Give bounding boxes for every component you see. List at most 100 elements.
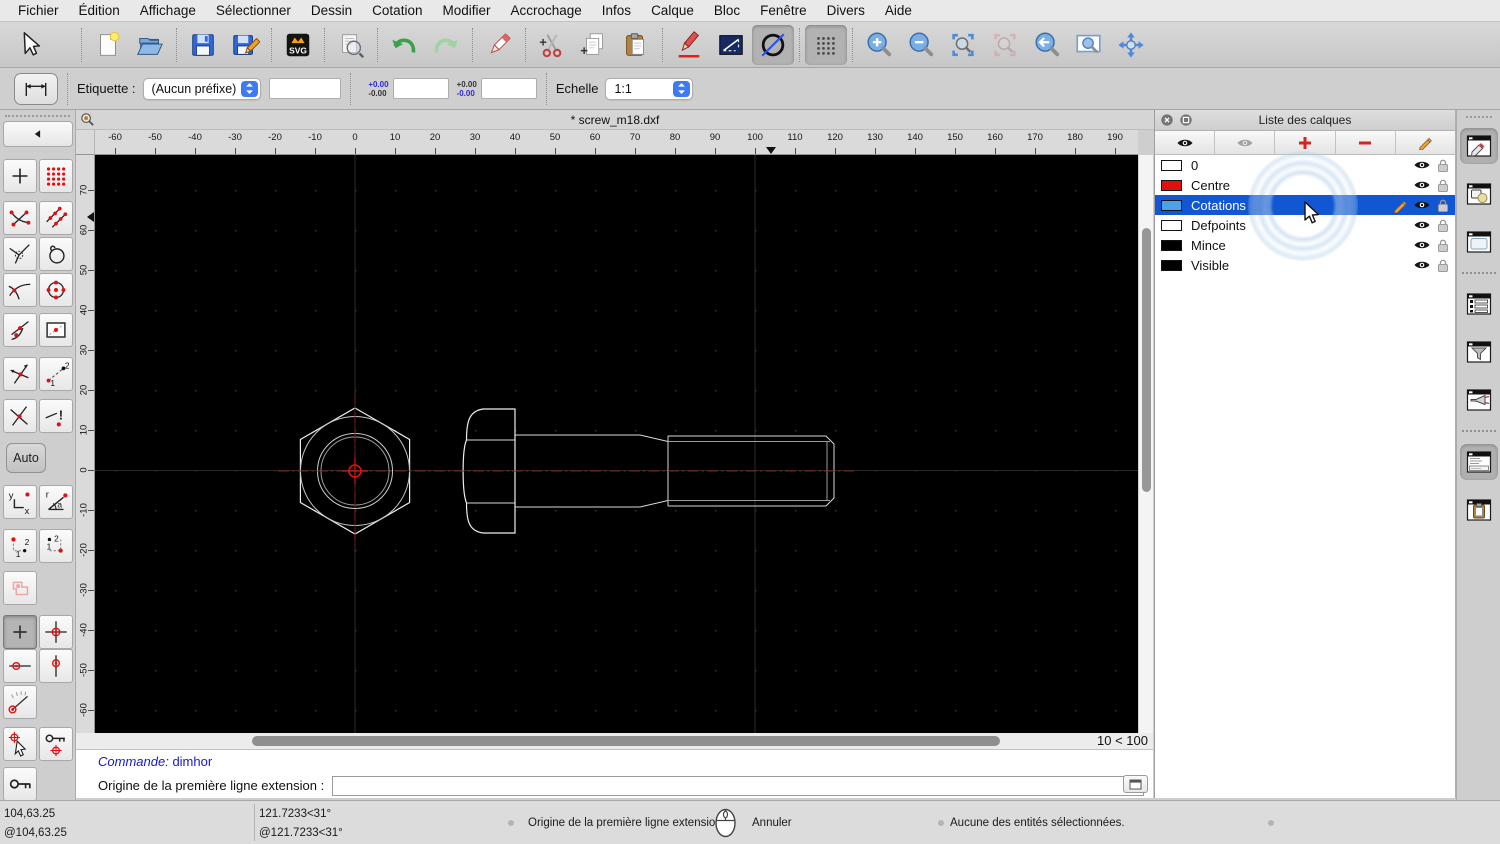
snap-center-button[interactable] (39, 273, 73, 307)
print-preview-button[interactable] (330, 25, 372, 65)
snap-distance-button[interactable] (39, 313, 73, 347)
layer-visibility-eye-icon[interactable] (1413, 258, 1431, 272)
dimension-label-field[interactable] (269, 78, 342, 99)
layer-row-centre[interactable]: Centre (1155, 175, 1455, 195)
coord-polar-button[interactable]: ra (39, 485, 73, 519)
layer-visibility-eye-icon[interactable] (1413, 238, 1431, 252)
zoom-auto-button[interactable] (942, 25, 984, 65)
snap-cross-button[interactable] (3, 399, 37, 433)
layer-color-swatch[interactable] (1161, 259, 1182, 271)
document-title[interactable]: * screw_m18.dxf (76, 113, 1154, 127)
layer-visibility-eye-icon[interactable] (1413, 178, 1431, 192)
layer-color-swatch[interactable] (1161, 179, 1182, 191)
layer-color-swatch[interactable] (1161, 239, 1182, 251)
open-file-button[interactable] (129, 25, 171, 65)
menu-item[interactable]: Divers (817, 0, 875, 22)
menu-item[interactable]: Édition (69, 0, 130, 22)
dock-layer-list-button[interactable] (1459, 128, 1498, 164)
snap-two-points-button[interactable]: 12 (39, 357, 73, 391)
snap-perpendicular-button[interactable] (3, 237, 37, 271)
copy-button[interactable] (573, 25, 615, 65)
circle-line-tool-button[interactable] (752, 24, 794, 65)
command-input[interactable] (332, 775, 1145, 796)
dimension-horizontal-button[interactable] (14, 72, 58, 105)
coord-cartesian-button[interactable]: yx (3, 485, 37, 519)
zoom-in-button[interactable] (858, 25, 900, 65)
snap-circle-button[interactable] (39, 237, 73, 271)
zoom-window-button[interactable] (1068, 25, 1110, 65)
restrict-cross-button[interactable] (39, 615, 73, 649)
add-layer-button[interactable] (1275, 131, 1336, 154)
snap-endpoint-button[interactable] (3, 201, 37, 235)
ortho-1-2-button[interactable]: 12 (3, 529, 37, 563)
layer-lock-icon[interactable] (1436, 158, 1450, 173)
paste-button[interactable] (615, 25, 657, 65)
zoom-previous-button[interactable] (984, 25, 1026, 65)
menu-item[interactable]: Calque (641, 0, 704, 22)
edit-layer-button[interactable] (1395, 131, 1456, 154)
menu-item[interactable]: Dessin (301, 0, 362, 22)
menu-item[interactable]: Aide (875, 0, 922, 22)
tolerance-lower-field[interactable] (480, 78, 537, 99)
toolbar-drag-handle[interactable] (5, 115, 70, 118)
vertical-scrollbar[interactable] (1138, 155, 1153, 733)
undo-button[interactable] (383, 25, 425, 65)
snap-tangent-button[interactable] (3, 273, 37, 307)
command-detach-button[interactable] (1123, 775, 1148, 793)
layer-lock-icon[interactable] (1436, 238, 1450, 253)
dock-drag-handle[interactable] (1465, 116, 1492, 118)
snap-auto-button[interactable]: Auto (6, 443, 46, 473)
layer-row-0[interactable]: 0 (1155, 155, 1455, 175)
restrict-off-button[interactable] (3, 571, 37, 605)
layer-visibility-eye-icon[interactable] (1413, 218, 1431, 232)
angle-gauge-button[interactable] (3, 685, 37, 719)
hide-all-layers-button[interactable] (1215, 131, 1276, 154)
snap-free-button[interactable] (3, 159, 37, 193)
layer-lock-icon[interactable] (1436, 178, 1450, 193)
menu-item[interactable]: Accrochage (500, 0, 591, 22)
dock-block-list-button[interactable] (1460, 176, 1498, 212)
polyline-tool-button[interactable] (710, 25, 752, 65)
menu-item[interactable]: Sélectionner (206, 0, 301, 22)
layer-lock-icon[interactable] (1436, 198, 1450, 213)
menu-item[interactable]: Modifier (432, 0, 500, 22)
layer-visibility-eye-icon[interactable] (1413, 198, 1431, 212)
dimension-scale-select[interactable]: 1:1 (605, 77, 694, 100)
snap-on-entity-button[interactable] (39, 201, 73, 235)
menu-item[interactable]: Infos (592, 0, 641, 22)
restrict-vertical-button[interactable] (39, 649, 73, 683)
layer-row-visible[interactable]: Visible (1155, 255, 1455, 275)
drawing-canvas[interactable] (95, 155, 1138, 733)
dock-library-browser-button[interactable] (1460, 224, 1498, 260)
cut-button[interactable] (531, 25, 573, 65)
layer-visibility-eye-icon[interactable] (1413, 158, 1431, 172)
layer-color-swatch[interactable] (1161, 219, 1182, 231)
dimension-prefix-select[interactable]: (Aucun préfixe) (142, 77, 262, 100)
save-file-button[interactable] (182, 25, 224, 65)
snap-nothing-button[interactable]: ! (39, 399, 73, 433)
dock-entity-list-button[interactable] (1460, 286, 1498, 322)
menu-item[interactable]: Fenêtre (750, 0, 817, 22)
menu-item[interactable]: Fichier (8, 0, 69, 22)
vertical-scrollbar-thumb[interactable] (1142, 228, 1151, 492)
dock-command-widget-button[interactable] (1459, 444, 1498, 480)
zoom-out-button[interactable] (900, 25, 942, 65)
tolerance-upper-field[interactable] (392, 78, 449, 99)
layer-color-swatch[interactable] (1161, 199, 1182, 211)
dock-clipboard-button[interactable] (1460, 492, 1498, 528)
layer-edit-pencil-icon[interactable] (1393, 198, 1408, 213)
redo-button[interactable] (425, 25, 467, 65)
dock-selection-filter-button[interactable] (1460, 334, 1498, 370)
key-relative-button[interactable] (39, 727, 73, 761)
zoom-pan-button[interactable] (1110, 25, 1152, 65)
zoom-back-button[interactable] (1026, 25, 1068, 65)
restrict-horizontal-button[interactable] (3, 649, 37, 683)
key-lock-button[interactable] (3, 767, 37, 800)
layer-lock-icon[interactable] (1436, 258, 1450, 273)
dock-pen-palette-button[interactable] (1460, 382, 1498, 418)
grid-toggle-button[interactable] (805, 24, 847, 65)
snap-collapse-button[interactable] (3, 121, 73, 147)
save-file-as-button[interactable] (224, 25, 266, 65)
pen-eraser-button[interactable] (478, 25, 520, 65)
horizontal-scrollbar[interactable]: 10 < 100 (76, 733, 1153, 749)
